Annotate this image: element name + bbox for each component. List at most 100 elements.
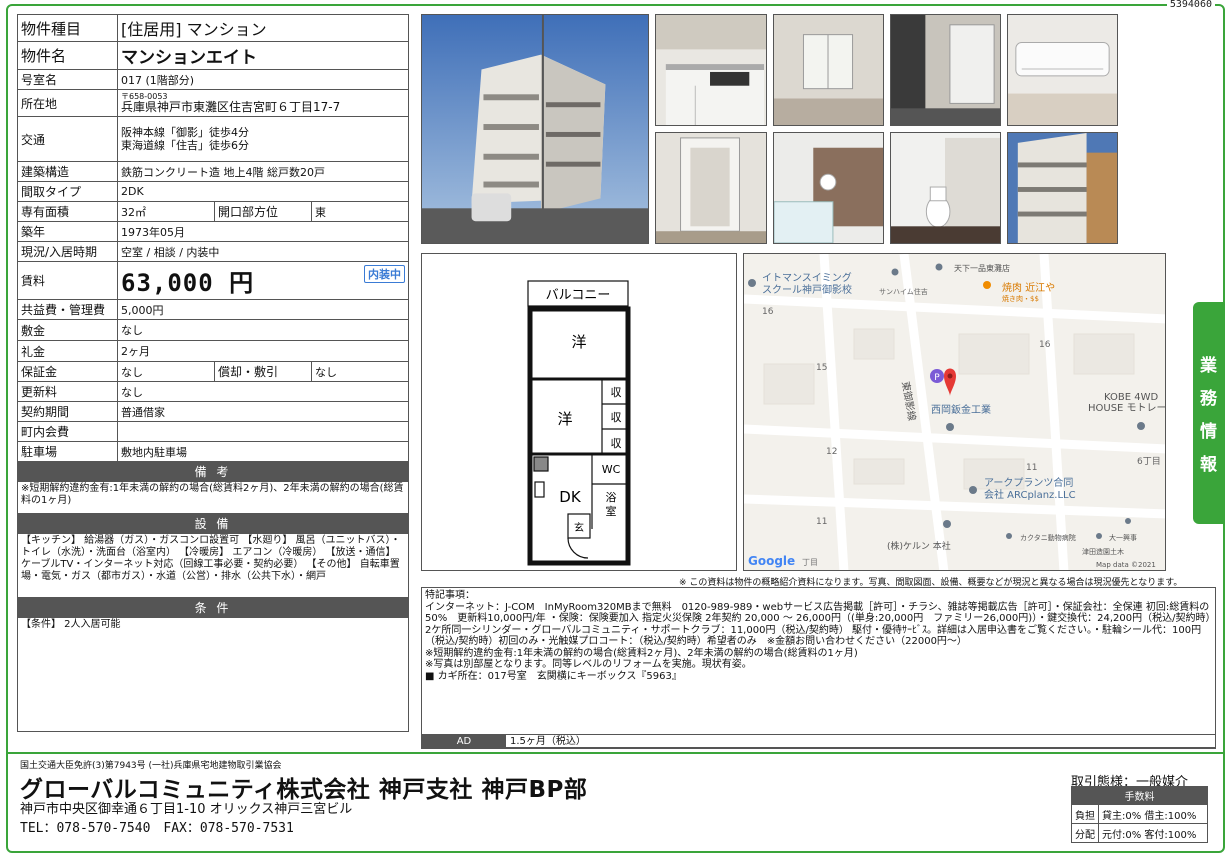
town-fee bbox=[117, 421, 409, 442]
balcony-label: バルコニー bbox=[546, 288, 611, 303]
closet-photo bbox=[655, 132, 767, 244]
contract-type: 普通借家 bbox=[117, 401, 409, 422]
section-header-equipment: 設 備 bbox=[17, 513, 409, 534]
dk-label: DK bbox=[559, 488, 582, 506]
property-info-table: 物件種目 [住居用] マンション 物件名 マンションエイト 号室名 017 (1階部分… bbox=[17, 14, 409, 732]
floor-plan: バルコニー 洋 洋 収 収 収 WC DK 浴 室 玄 bbox=[421, 253, 737, 571]
footer-divider bbox=[8, 752, 1223, 754]
parking-icon: P bbox=[934, 373, 940, 383]
map-label: HOUSE モトレージ bbox=[1088, 403, 1166, 414]
company-phone: TEL：078-570-7540 FAX：078-570-7531 bbox=[20, 821, 294, 836]
entrance-photo bbox=[890, 14, 1001, 126]
label: 築年 bbox=[17, 221, 118, 242]
location-map[interactable]: イトマンスイミング スクール神戸御影校 天下一品東灘店 サンハイム住吉 焼肉 近… bbox=[743, 253, 1166, 571]
transport-cell: 阪神本線「御影」徒歩4分 東海道線「住吉」徒歩6分 bbox=[117, 116, 409, 162]
label: 礼金 bbox=[17, 340, 118, 362]
fee-header: 手数料 bbox=[1071, 786, 1208, 805]
conditions-text: 【条件】 2人入居可能 bbox=[17, 617, 409, 732]
floor-area: 32㎡ bbox=[117, 201, 215, 222]
building-photo bbox=[421, 14, 649, 244]
property-name: マンションエイト bbox=[117, 41, 409, 70]
fee-split: 元付:0% 客付:100% bbox=[1098, 823, 1208, 843]
map-label: 6丁目 bbox=[1137, 456, 1161, 467]
label: 賃料 bbox=[17, 261, 118, 300]
wc-label: WC bbox=[602, 463, 621, 476]
label: 所在地 bbox=[17, 89, 118, 117]
built-year: 1973年05月 bbox=[117, 221, 409, 242]
fee-label: 負担 bbox=[1071, 804, 1099, 824]
label: 物件種目 bbox=[17, 14, 118, 42]
room-number: 017 (1階部分) bbox=[117, 69, 409, 90]
amortization: なし bbox=[311, 361, 409, 382]
map-label: サンハイム住吉 bbox=[879, 287, 928, 296]
guarantee: なし bbox=[117, 361, 215, 382]
bath-label: 浴 bbox=[606, 491, 617, 504]
property-type: [住居用] マンション bbox=[117, 14, 409, 42]
deposit: なし bbox=[117, 319, 409, 341]
map-label: 15 bbox=[816, 363, 827, 373]
map-label: KOBE 4WD bbox=[1104, 392, 1158, 403]
map-label: 焼き肉・$$ bbox=[1002, 294, 1039, 303]
label: 駐車場 bbox=[17, 441, 118, 462]
label: 保証金 bbox=[17, 361, 118, 382]
map-label: 11 bbox=[1026, 463, 1037, 473]
map-label: スクール神戸御影校 bbox=[762, 283, 852, 296]
special-notes: 特記事項： インターネット：J-COM InMyRoom320MBまで無料 01… bbox=[421, 587, 1216, 748]
document-id: 5394060 bbox=[1166, 0, 1215, 10]
ad-value: 1.5ヶ月（税込） bbox=[510, 736, 586, 747]
rent-cell: 63,000 円 内装中 bbox=[117, 261, 409, 300]
commission-table: 手数料 負担 貸主:0% 借主:100% 分配 元付:0% 客付:100% bbox=[1071, 786, 1208, 843]
map-attribution: Map data ©2021 bbox=[1096, 561, 1156, 569]
toilet-photo bbox=[890, 132, 1001, 244]
parking: 敷地内駐車場 bbox=[117, 441, 409, 462]
label: 専有面積 bbox=[17, 201, 118, 222]
section-header-conditions: 条 件 bbox=[17, 597, 409, 618]
storage-label: 収 bbox=[611, 386, 622, 399]
map-label: 丁目 bbox=[802, 558, 818, 567]
business-info-tab[interactable]: 業 務 情 報 bbox=[1193, 302, 1224, 524]
company-address: 神戸市中央区御幸通６丁目1-10 オリックス神戸三宮ビル bbox=[20, 802, 353, 817]
transport-line: 阪神本線「御影」徒歩4分 bbox=[121, 126, 249, 139]
label: 更新料 bbox=[17, 381, 118, 402]
ad-label: AD bbox=[422, 735, 506, 748]
label: 敷金 bbox=[17, 319, 118, 341]
transport-line: 東海道線「住吉」徒歩6分 bbox=[121, 139, 249, 152]
label: 間取タイプ bbox=[17, 181, 118, 202]
map-label: 11 bbox=[816, 517, 827, 527]
status-badge: 内装中 bbox=[364, 265, 405, 283]
label: 交通 bbox=[17, 116, 118, 162]
entrance-label: 玄 bbox=[574, 521, 584, 534]
layout-type: 2DK bbox=[117, 181, 409, 202]
map-label: (株)ケルン 本社 bbox=[887, 540, 951, 552]
label: 号室名 bbox=[17, 69, 118, 90]
room-western-2: 洋 bbox=[557, 410, 572, 428]
section-header-remarks: 備 考 bbox=[17, 461, 409, 482]
map-label: 16 bbox=[1039, 340, 1051, 350]
structure: 鉄筋コンクリート造 地上4階 総戸数20戸 bbox=[117, 161, 409, 182]
map-label: 会社 ARCplanz.LLC bbox=[984, 488, 1076, 501]
map-label: 津田造園土木 bbox=[1082, 547, 1124, 556]
key-money: 2ヶ月 bbox=[117, 340, 409, 362]
room-western-1: 洋 bbox=[571, 333, 586, 351]
address-cell: 〒658-0053 兵庫県神戸市東灘区住吉宮町６丁目17-7 bbox=[117, 89, 409, 117]
map-label: 焼肉 近江や bbox=[1002, 281, 1055, 294]
notes-body: インターネット：J-COM InMyRoom320MBまで無料 0120-989… bbox=[425, 601, 1211, 682]
fee-burden: 貸主:0% 借主:100% bbox=[1098, 804, 1208, 824]
label: 町内会費 bbox=[17, 421, 118, 442]
map-label: 大一興事 bbox=[1109, 533, 1137, 542]
side-tab-char: 情 bbox=[1200, 422, 1217, 442]
storage-label: 収 bbox=[611, 437, 622, 450]
current-status: 空室 / 相談 / 内装中 bbox=[117, 241, 409, 262]
side-tab-char: 務 bbox=[1200, 389, 1217, 409]
aircon-photo bbox=[1007, 14, 1118, 126]
room-photo bbox=[773, 14, 884, 126]
side-tab-char: 業 bbox=[1200, 356, 1217, 376]
rent-value: 63,000 円 bbox=[121, 269, 255, 297]
label: 現況/入居時期 bbox=[17, 241, 118, 262]
common-fee: 5,000円 bbox=[117, 299, 409, 320]
remarks-text: ※短期解約違約金有:1年未満の解約の場合(総賃料2ヶ月)、2年未満の解約の場合(… bbox=[17, 481, 409, 514]
address: 兵庫県神戸市東灘区住吉宮町６丁目17-7 bbox=[121, 100, 341, 114]
bath-label: 室 bbox=[606, 504, 617, 518]
bathroom-photo bbox=[773, 132, 884, 244]
map-label: 西岡鈑金工業 bbox=[931, 403, 991, 416]
